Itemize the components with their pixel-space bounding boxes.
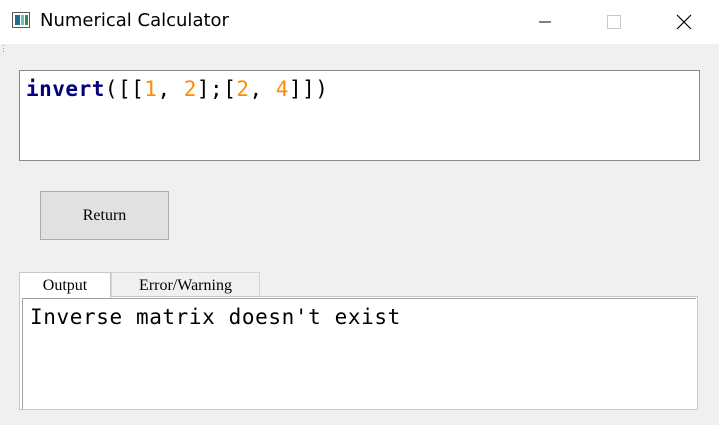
- title-bar: Numerical Calculator: [0, 0, 719, 44]
- expression-code: invert([[1, 2];[2, 4]]): [26, 77, 328, 101]
- code-token-plain: ,: [157, 77, 184, 101]
- code-token-keyword: invert: [26, 77, 105, 101]
- code-token-number: 2: [236, 77, 250, 101]
- output-panel: Inverse matrix doesn't exist: [19, 296, 698, 410]
- close-icon: [676, 14, 692, 30]
- tab-output[interactable]: Output: [19, 272, 111, 298]
- app-icon: [12, 12, 30, 28]
- tab-error-warning[interactable]: Error/Warning: [111, 272, 260, 298]
- close-button[interactable]: [649, 0, 719, 44]
- code-token-plain: ([[: [104, 77, 145, 101]
- window-title: Numerical Calculator: [40, 10, 229, 31]
- toolbar-grip[interactable]: [3, 45, 5, 53]
- code-token-number: 4: [275, 77, 289, 101]
- output-text: Inverse matrix doesn't exist: [30, 305, 401, 329]
- output-box[interactable]: Inverse matrix doesn't exist: [22, 298, 696, 409]
- return-button[interactable]: Return: [40, 191, 169, 240]
- minimize-icon: [539, 21, 551, 23]
- maximize-button[interactable]: [579, 0, 649, 44]
- code-token-number: 2: [183, 77, 197, 101]
- expression-editor[interactable]: invert([[1, 2];[2, 4]]): [19, 70, 700, 161]
- code-token-number: 1: [144, 77, 158, 101]
- minimize-button[interactable]: [510, 0, 580, 44]
- maximize-icon: [607, 15, 621, 29]
- code-token-plain: ];[: [196, 77, 237, 101]
- code-token-plain: ]]): [288, 77, 329, 101]
- code-token-plain: ,: [249, 77, 276, 101]
